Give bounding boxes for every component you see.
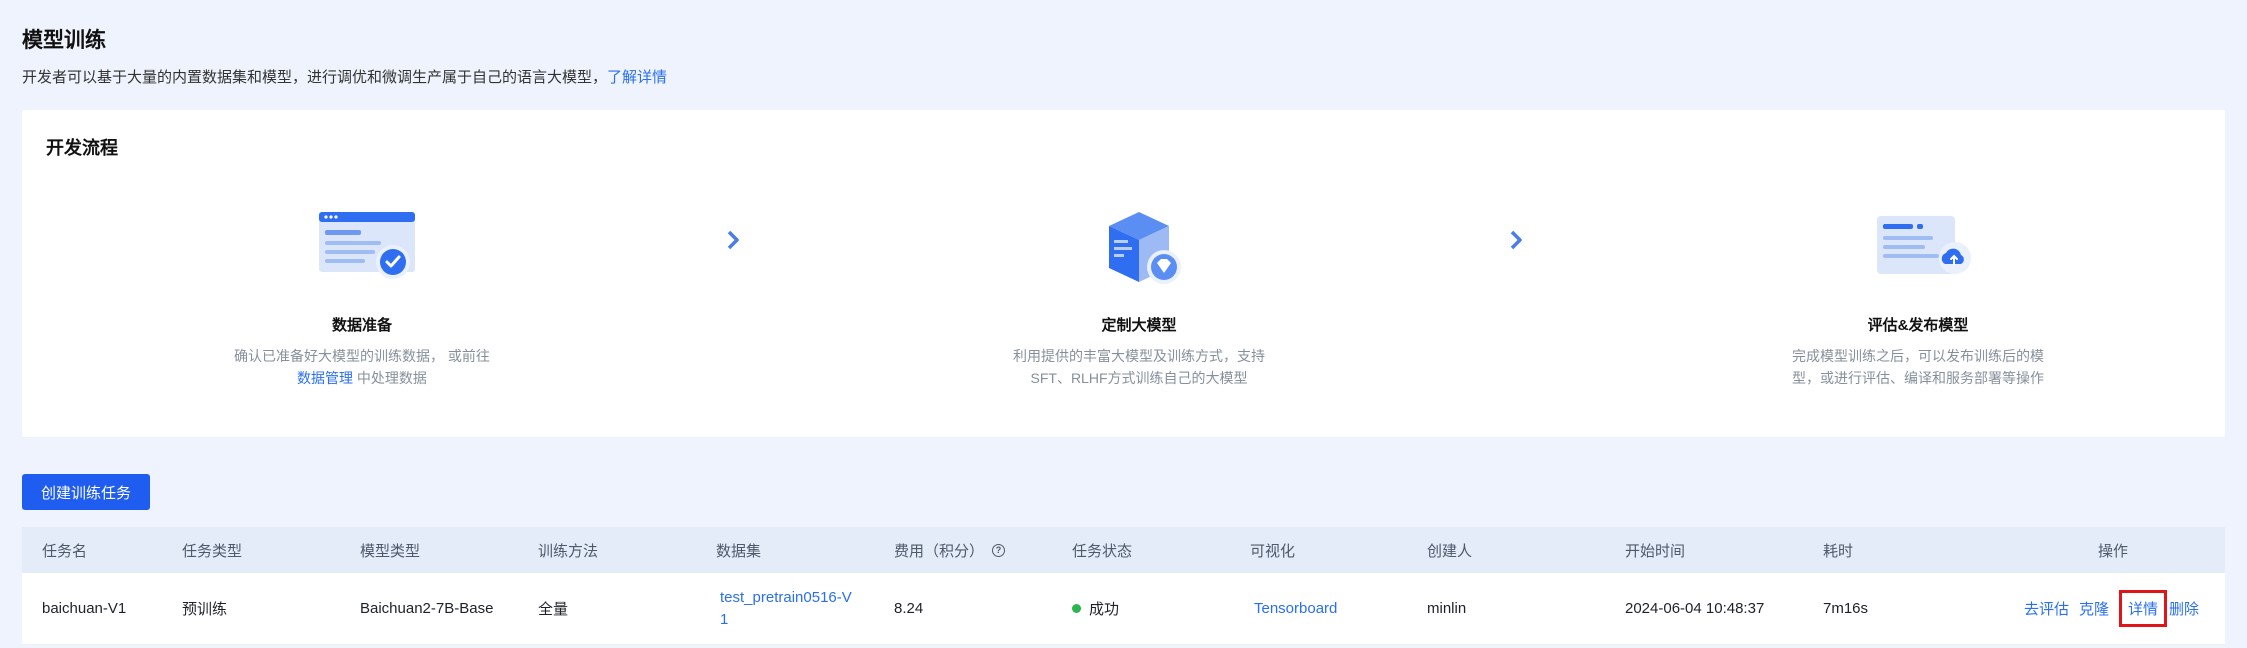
column-header: 操作 <box>2098 542 2129 560</box>
detail-link[interactable]: 详情 <box>2119 590 2168 627</box>
flow-step-desc-text-end: 中处理数据 <box>353 370 427 386</box>
column-header: 模型类型 <box>360 542 421 560</box>
page-title: 模型训练 <box>22 29 106 52</box>
page-description: 开发者可以基于大量的内置数据集和模型，进行调优和微调生产属于自己的语言大模型，了… <box>22 66 667 87</box>
column-header: 创建人 <box>1427 542 1473 560</box>
column-header: 数据集 <box>716 542 762 560</box>
cell-task-type: 预训练 <box>182 601 228 618</box>
column-header: 任务名 <box>42 542 88 560</box>
cell-model-type: Baichuan2-7B-Base <box>360 600 494 617</box>
training-task-table: 任务名 任务类型 模型类型 训练方法 数据集 费用（积分）? 任务状态 可视化 … <box>22 527 2225 645</box>
dev-flow-title: 开发流程 <box>46 138 118 158</box>
flow-step-desc: 完成模型训练之后，可以发布训练后的模型，或进行评估、编译和服务部署等操作 <box>1792 348 2044 386</box>
cell-start-time: 2024-06-04 10:48:37 <box>1625 600 1765 617</box>
flow-step-desc-text: 确认已准备好大模型的训练数据， 或前往 <box>234 348 490 364</box>
custom-model-illustration-icon <box>1084 210 1194 290</box>
flow-step-custom-model: 定制大模型 利用提供的丰富大模型及训练方式，支持SFT、RLHF方式训练自己的大… <box>989 210 1289 389</box>
flow-step-desc: 确认已准备好大模型的训练数据， 或前往 数据管理 中处理数据 <box>212 345 512 389</box>
tensorboard-link[interactable]: Tensorboard <box>1254 600 1337 617</box>
flow-step-name: 数据准备 <box>331 317 392 334</box>
flow-step-data-prep: 数据准备 确认已准备好大模型的训练数据， 或前往 数据管理 中处理数据 <box>212 210 512 389</box>
cell-cost: 8.24 <box>894 600 924 617</box>
column-header: 训练方法 <box>538 542 599 560</box>
dev-flow-card: 开发流程 数据准备 确认已准备好大模型的训练数据， 或前往 数据管理 中处理数据… <box>22 110 2225 437</box>
page-description-text: 开发者可以基于大量的内置数据集和模型，进行调优和微调生产属于自己的语言大模型， <box>22 69 608 86</box>
column-header: 任务状态 <box>1072 542 1133 560</box>
flow-step-evaluate-publish: 评估&发布模型 完成模型训练之后，可以发布训练后的模型，或进行评估、编译和服务部… <box>1768 210 2068 389</box>
help-icon[interactable]: ? <box>992 543 1006 557</box>
cell-task-name: baichuan-V1 <box>42 600 127 617</box>
data-prep-illustration-icon <box>307 210 417 290</box>
evaluate-publish-illustration-icon <box>1863 210 1973 290</box>
cell-dataset: test_pretrain0516-V1 <box>720 573 860 644</box>
chevron-right-icon <box>1509 230 1525 250</box>
cell-operations: 去评估 克隆 详情 删除 <box>2024 573 2199 644</box>
status-text: 成功 <box>1089 601 1120 618</box>
column-header: 开始时间 <box>1625 542 1686 560</box>
cell-status: 成功 <box>1072 573 1119 644</box>
column-header: 任务类型 <box>182 542 243 560</box>
cell-visualization: Tensorboard <box>1254 573 1337 644</box>
column-header: 耗时 <box>1823 542 1854 560</box>
cell-creator: minlin <box>1427 600 1467 617</box>
flow-step-desc: 利用提供的丰富大模型及训练方式，支持SFT、RLHF方式训练自己的大模型 <box>1013 348 1265 386</box>
column-header-label: 费用（积分） <box>894 542 985 560</box>
table-row: baichuan-V1 预训练 Baichuan2-7B-Base 全量 tes… <box>22 573 2225 645</box>
evaluate-link[interactable]: 去评估 <box>2024 598 2069 619</box>
table-header: 任务名 任务类型 模型类型 训练方法 数据集 费用（积分）? 任务状态 可视化 … <box>22 527 2225 573</box>
status-success-dot <box>1072 604 1081 613</box>
flow-step-name: 评估&发布模型 <box>1867 317 1969 334</box>
flow-step-name: 定制大模型 <box>1101 317 1177 334</box>
column-header: 可视化 <box>1250 542 1296 560</box>
model-training-page: 模型训练 开发者可以基于大量的内置数据集和模型，进行调优和微调生产属于自己的语言… <box>0 0 2247 648</box>
learn-more-link[interactable]: 了解详情 <box>607 69 667 86</box>
cell-duration: 7m16s <box>1823 600 1869 617</box>
data-management-link[interactable]: 数据管理 <box>297 370 353 386</box>
dataset-link[interactable]: test_pretrain0516-V1 <box>720 587 860 631</box>
create-training-task-button[interactable]: 创建训练任务 <box>22 474 150 510</box>
cell-method: 全量 <box>538 601 569 618</box>
delete-link[interactable]: 删除 <box>2169 598 2199 619</box>
chevron-right-icon <box>726 230 742 250</box>
clone-link[interactable]: 克隆 <box>2079 598 2109 619</box>
column-header-cost: 费用（积分）? <box>894 527 1006 573</box>
